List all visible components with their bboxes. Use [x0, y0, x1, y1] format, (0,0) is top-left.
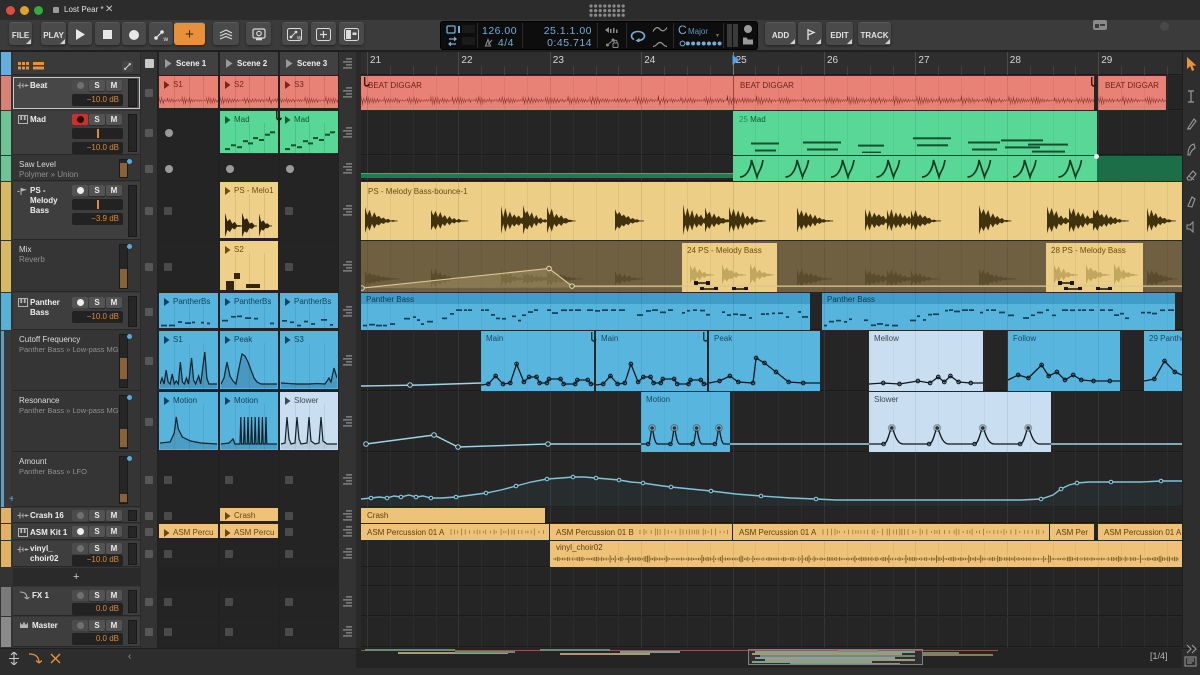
svg-text:w: w	[296, 36, 302, 42]
svg-text:w: w	[163, 36, 169, 42]
